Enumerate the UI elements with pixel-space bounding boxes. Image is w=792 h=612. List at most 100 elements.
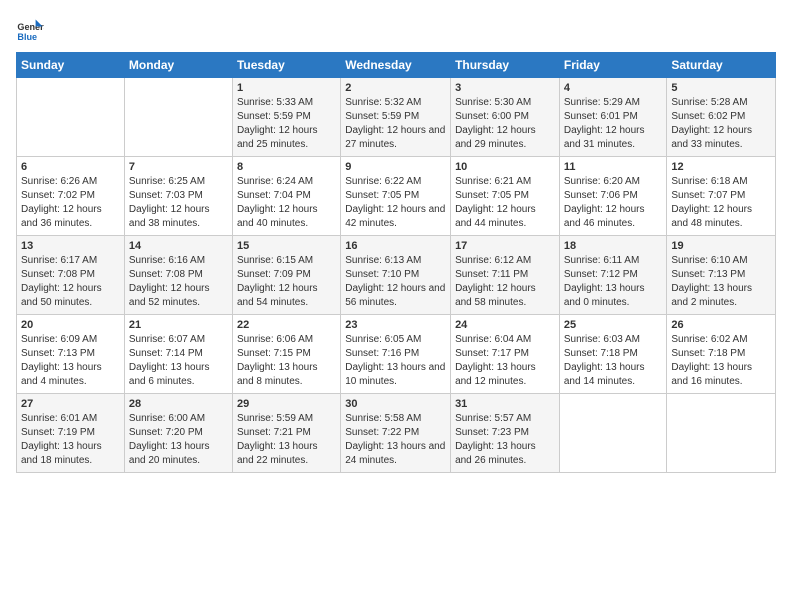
day-number: 18 [564,240,663,252]
calendar-cell: 12 Sunrise: 6:18 AMSunset: 7:07 PMDayligh… [667,157,776,236]
calendar-cell: 19Sunrise: 6:10 AMSunset: 7:13 PMDayligh… [667,236,776,315]
day-info: Sunrise: 6:21 AMSunset: 7:05 PMDaylight:… [455,175,555,231]
calendar-cell [559,394,667,473]
day-number: 16 [345,240,446,252]
day-info: Sunrise: 6:11 AMSunset: 7:12 PMDaylight:… [564,254,663,310]
day-number: 12 [671,161,771,173]
calendar-cell: 31 Sunrise: 5:57 AMSunset: 7:23 PMDayligh… [451,394,560,473]
day-number: 20 [21,319,120,331]
calendar-cell: 18 Sunrise: 6:11 AMSunset: 7:12 PMDayligh… [559,236,667,315]
day-info: Sunrise: 5:32 AMSunset: 5:59 PMDaylight:… [345,96,446,152]
calendar-cell: 3 Sunrise: 5:30 AMSunset: 6:00 PMDaylight… [451,78,560,157]
calendar-cell: 4Sunrise: 5:29 AMSunset: 6:01 PMDaylight… [559,78,667,157]
day-info: Sunrise: 5:59 AMSunset: 7:21 PMDaylight:… [237,412,336,468]
day-number: 29 [237,398,336,410]
day-info: Sunrise: 6:09 AMSunset: 7:13 PMDaylight:… [21,333,120,389]
weekday-header: Friday [559,53,667,78]
day-info: Sunrise: 5:28 AMSunset: 6:02 PMDaylight:… [671,96,771,152]
calendar-cell: 16 Sunrise: 6:13 AMSunset: 7:10 PMDayligh… [341,236,451,315]
calendar-cell: 14Sunrise: 6:16 AMSunset: 7:08 PMDayligh… [124,236,232,315]
day-number: 13 [21,240,120,252]
day-number: 10 [455,161,555,173]
day-number: 11 [564,161,663,173]
day-info: Sunrise: 5:58 AMSunset: 7:22 PMDaylight:… [345,412,446,468]
day-info: Sunrise: 6:12 AMSunset: 7:11 PMDaylight:… [455,254,555,310]
calendar-cell [667,394,776,473]
day-number: 28 [129,398,228,410]
calendar-cell: 15 Sunrise: 6:15 AMSunset: 7:09 PMDayligh… [232,236,340,315]
day-info: Sunrise: 6:03 AMSunset: 7:18 PMDaylight:… [564,333,663,389]
logo-icon: General Blue [16,16,44,44]
calendar-week-row: 6 Sunrise: 6:26 AMSunset: 7:02 PMDaylight… [17,157,776,236]
day-number: 24 [455,319,555,331]
day-info: Sunrise: 6:20 AMSunset: 7:06 PMDaylight:… [564,175,663,231]
day-info: Sunrise: 6:18 AMSunset: 7:07 PMDaylight:… [671,175,771,231]
day-info: Sunrise: 6:00 AMSunset: 7:20 PMDaylight:… [129,412,228,468]
calendar-cell [124,78,232,157]
day-number: 23 [345,319,446,331]
day-number: 9 [345,161,446,173]
day-number: 3 [455,82,555,94]
calendar-cell: 8 Sunrise: 6:24 AMSunset: 7:04 PMDaylight… [232,157,340,236]
weekday-header: Saturday [667,53,776,78]
day-info: Sunrise: 6:05 AMSunset: 7:16 PMDaylight:… [345,333,446,389]
day-info: Sunrise: 6:15 AMSunset: 7:09 PMDaylight:… [237,254,336,310]
weekday-header: Monday [124,53,232,78]
day-info: Sunrise: 5:57 AMSunset: 7:23 PMDaylight:… [455,412,555,468]
day-info: Sunrise: 6:24 AMSunset: 7:04 PMDaylight:… [237,175,336,231]
day-info: Sunrise: 6:01 AMSunset: 7:19 PMDaylight:… [21,412,120,468]
calendar-week-row: 20 Sunrise: 6:09 AMSunset: 7:13 PMDayligh… [17,315,776,394]
day-info: Sunrise: 6:16 AMSunset: 7:08 PMDaylight:… [129,254,228,310]
calendar-cell: 20 Sunrise: 6:09 AMSunset: 7:13 PMDayligh… [17,315,125,394]
day-number: 1 [237,82,336,94]
day-info: Sunrise: 6:04 AMSunset: 7:17 PMDaylight:… [455,333,555,389]
calendar-cell: 26 Sunrise: 6:02 AMSunset: 7:18 PMDayligh… [667,315,776,394]
weekday-header: Tuesday [232,53,340,78]
day-number: 2 [345,82,446,94]
calendar-cell: 27Sunrise: 6:01 AMSunset: 7:19 PMDayligh… [17,394,125,473]
day-info: Sunrise: 6:07 AMSunset: 7:14 PMDaylight:… [129,333,228,389]
day-number: 4 [564,82,663,94]
day-number: 17 [455,240,555,252]
day-info: Sunrise: 5:33 AMSunset: 5:59 PMDaylight:… [237,96,336,152]
calendar-cell: 23 Sunrise: 6:05 AMSunset: 7:16 PMDayligh… [341,315,451,394]
page-header: General Blue [16,16,776,44]
day-number: 7 [129,161,228,173]
day-number: 19 [671,240,771,252]
day-number: 30 [345,398,446,410]
calendar-cell: 6 Sunrise: 6:26 AMSunset: 7:02 PMDaylight… [17,157,125,236]
day-number: 6 [21,161,120,173]
calendar-week-row: 27Sunrise: 6:01 AMSunset: 7:19 PMDayligh… [17,394,776,473]
day-info: Sunrise: 6:02 AMSunset: 7:18 PMDaylight:… [671,333,771,389]
day-info: Sunrise: 6:06 AMSunset: 7:15 PMDaylight:… [237,333,336,389]
logo: General Blue [16,16,44,44]
calendar-cell: 2 Sunrise: 5:32 AMSunset: 5:59 PMDaylight… [341,78,451,157]
calendar-cell: 17 Sunrise: 6:12 AMSunset: 7:11 PMDayligh… [451,236,560,315]
calendar-cell: 5 Sunrise: 5:28 AMSunset: 6:02 PMDaylight… [667,78,776,157]
calendar-cell [17,78,125,157]
day-number: 15 [237,240,336,252]
day-number: 26 [671,319,771,331]
svg-text:Blue: Blue [17,32,37,42]
day-number: 8 [237,161,336,173]
calendar-cell: 11 Sunrise: 6:20 AMSunset: 7:06 PMDayligh… [559,157,667,236]
calendar-cell: 30 Sunrise: 5:58 AMSunset: 7:22 PMDayligh… [341,394,451,473]
weekday-header: Thursday [451,53,560,78]
calendar-cell: 29 Sunrise: 5:59 AMSunset: 7:21 PMDayligh… [232,394,340,473]
weekday-header-row: SundayMondayTuesdayWednesdayThursdayFrid… [17,53,776,78]
calendar-cell: 28 Sunrise: 6:00 AMSunset: 7:20 PMDayligh… [124,394,232,473]
day-info: Sunrise: 6:17 AMSunset: 7:08 PMDaylight:… [21,254,120,310]
svg-text:General: General [17,22,44,32]
calendar-week-row: 1 Sunrise: 5:33 AMSunset: 5:59 PMDaylight… [17,78,776,157]
day-number: 21 [129,319,228,331]
day-info: Sunrise: 6:26 AMSunset: 7:02 PMDaylight:… [21,175,120,231]
day-info: Sunrise: 5:30 AMSunset: 6:00 PMDaylight:… [455,96,555,152]
calendar-cell: 7Sunrise: 6:25 AMSunset: 7:03 PMDaylight… [124,157,232,236]
calendar-cell: 1 Sunrise: 5:33 AMSunset: 5:59 PMDaylight… [232,78,340,157]
day-info: Sunrise: 6:13 AMSunset: 7:10 PMDaylight:… [345,254,446,310]
day-number: 31 [455,398,555,410]
calendar-cell: 10 Sunrise: 6:21 AMSunset: 7:05 PMDayligh… [451,157,560,236]
calendar-cell: 24 Sunrise: 6:04 AMSunset: 7:17 PMDayligh… [451,315,560,394]
day-number: 25 [564,319,663,331]
day-number: 5 [671,82,771,94]
